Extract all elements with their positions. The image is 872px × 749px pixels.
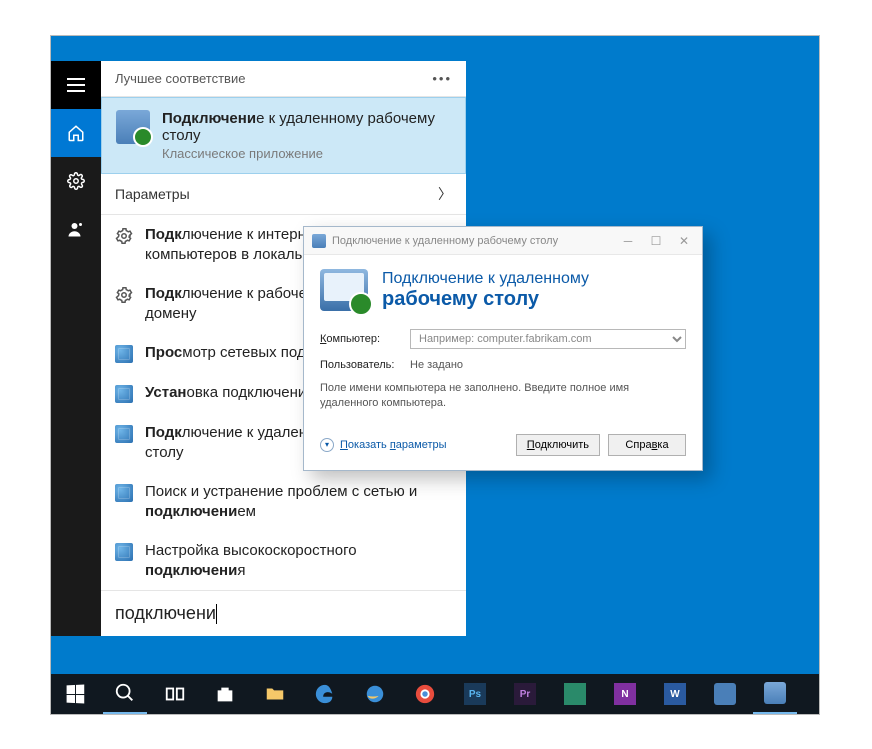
photoshop-icon: Ps	[464, 683, 486, 705]
onenote-button[interactable]: N	[603, 674, 647, 714]
ie-button[interactable]	[353, 674, 397, 714]
chevron-down-icon: ▾	[320, 438, 334, 452]
user-icon	[67, 220, 85, 238]
rdp-taskbar-button[interactable]	[753, 674, 797, 714]
rdp-message: Поле имени компьютера не заполнено. Введ…	[320, 381, 686, 412]
more-icon[interactable]: •••	[432, 71, 452, 86]
onenote-icon: N	[614, 683, 636, 705]
best-match-header: Лучшее соответствие •••	[101, 61, 466, 97]
params-header[interactable]: Параметры 〉	[101, 174, 466, 215]
edge-button[interactable]	[303, 674, 347, 714]
user-value: Не задано	[410, 359, 463, 371]
rdp-header-line1: Подключение к удаленному	[382, 270, 589, 288]
result-text: Настройка высокоскоростного подключения	[145, 541, 452, 580]
maximize-button[interactable]: ☐	[642, 230, 670, 252]
windows-icon	[67, 685, 85, 704]
rdp-header: Подключение к удаленному рабочему столу	[304, 255, 702, 319]
hamburger-icon	[67, 78, 85, 92]
rdp-taskbar-icon	[764, 682, 786, 704]
sidebar-home[interactable]	[51, 109, 101, 157]
start-sidebar	[51, 61, 101, 636]
app1-button[interactable]	[553, 674, 597, 714]
computer-input[interactable]: Например: computer.fabrikam.com	[410, 329, 686, 349]
minimize-button[interactable]: ─	[614, 230, 642, 252]
rdp-app-icon	[116, 110, 150, 144]
rdp-title-icon	[312, 234, 326, 248]
computer-label: Компьютер:	[320, 333, 400, 345]
start-button[interactable]	[53, 674, 97, 714]
rdp-titlebar[interactable]: Подключение к удаленному рабочему столу …	[304, 227, 702, 255]
net-icon	[115, 543, 133, 561]
store-button[interactable]	[203, 674, 247, 714]
edge-icon	[314, 683, 336, 705]
rdp-title-text: Подключение к удаленному рабочему столу	[332, 235, 558, 247]
app2-icon	[714, 683, 736, 705]
taskview-button[interactable]	[153, 674, 197, 714]
gear-icon	[115, 286, 133, 304]
result-item[interactable]: Настройка высокоскоростного подключения	[101, 531, 466, 590]
best-match-text: Подключение к удаленному рабочему столу …	[162, 110, 451, 161]
explorer-button[interactable]	[253, 674, 297, 714]
net-icon	[115, 484, 133, 502]
net-icon	[115, 425, 133, 443]
search-text: подключени	[115, 603, 216, 623]
connect-button[interactable]: Подключить	[516, 434, 600, 456]
word-icon: W	[664, 683, 686, 705]
store-icon	[214, 683, 236, 705]
params-label: Параметры	[115, 186, 190, 202]
chrome-icon	[414, 683, 436, 705]
result-item[interactable]: Поиск и устранение проблем с сетью и под…	[101, 472, 466, 531]
gear-icon	[115, 227, 133, 245]
photoshop-button[interactable]: Ps	[453, 674, 497, 714]
sidebar-user[interactable]	[51, 205, 101, 253]
rdp-dialog: Подключение к удаленному рабочему столу …	[303, 226, 703, 471]
net-icon	[115, 345, 133, 363]
app2-button[interactable]	[703, 674, 747, 714]
taskbar: Ps Pr N W	[51, 674, 819, 714]
search-button[interactable]	[103, 674, 147, 714]
chrome-button[interactable]	[403, 674, 447, 714]
user-label: Пользователь:	[320, 359, 400, 371]
search-icon	[114, 682, 136, 704]
search-box[interactable]: подключени	[101, 590, 466, 636]
ie-icon	[364, 683, 386, 705]
best-match-label: Лучшее соответствие	[115, 71, 245, 86]
premiere-button[interactable]: Pr	[503, 674, 547, 714]
app1-icon	[564, 683, 586, 705]
close-button[interactable]: ✕	[670, 230, 698, 252]
home-icon	[67, 124, 85, 142]
chevron-right-icon: 〉	[438, 184, 452, 204]
folder-icon	[264, 683, 286, 705]
taskview-icon	[164, 683, 186, 705]
premiere-icon: Pr	[514, 683, 536, 705]
rdp-header-line2: рабочему столу	[382, 288, 589, 311]
sidebar-settings[interactable]	[51, 157, 101, 205]
rdp-header-icon	[320, 269, 368, 311]
result-text: Поиск и устранение проблем с сетью и под…	[145, 482, 452, 521]
hamburger-menu[interactable]	[51, 61, 101, 109]
show-params-link[interactable]: ▾ Показать параметры	[320, 438, 508, 452]
gear-icon	[67, 172, 85, 190]
help-button[interactable]: Справка	[608, 434, 686, 456]
best-match-item[interactable]: Подключение к удаленному рабочему столу …	[101, 97, 466, 174]
word-button[interactable]: W	[653, 674, 697, 714]
net-icon	[115, 385, 133, 403]
